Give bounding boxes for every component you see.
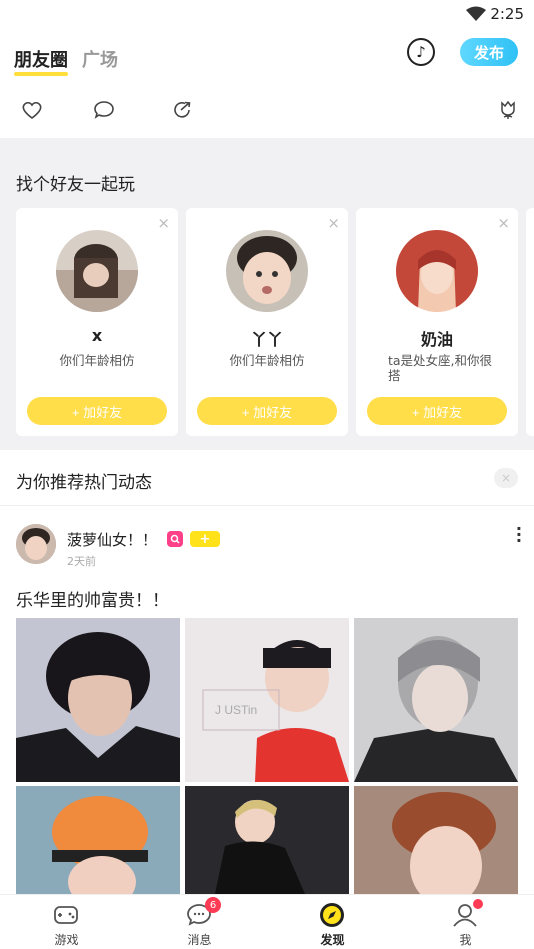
music-note-icon[interactable]: ♪ — [407, 38, 435, 66]
add-friend-button[interactable]: + 加好友 — [27, 397, 167, 425]
tab-moments[interactable]: 朋友圈 — [14, 46, 68, 76]
close-icon[interactable]: × — [327, 214, 340, 232]
friend-name: 丫丫 — [250, 330, 283, 349]
nav-label: 发现 — [320, 933, 345, 947]
nav-label: 我 — [459, 933, 472, 947]
heart-icon[interactable] — [20, 98, 44, 122]
flower-icon[interactable] — [496, 98, 520, 122]
find-friends-section: 找个好友一起玩 × x 你们年龄相仿 + 加好友 × 丫丫 你们年龄相仿 + 加… — [0, 138, 534, 450]
bottom-nav: 游戏 6 消息 发现 我 — [0, 894, 534, 949]
post-photo[interactable] — [354, 786, 518, 894]
share-icon[interactable] — [170, 98, 194, 122]
avatar[interactable] — [16, 524, 56, 564]
action-row — [0, 90, 534, 130]
nav-item-me[interactable]: 我 — [399, 895, 532, 949]
post-photo[interactable] — [354, 618, 518, 782]
compass-icon — [320, 903, 344, 927]
nav-label: 消息 — [187, 933, 212, 947]
top-header: 朋友圈 广场 ♪ 发布 — [0, 34, 534, 80]
search-badge-icon — [167, 531, 183, 547]
post-photo[interactable] — [16, 618, 180, 782]
avatar[interactable] — [56, 230, 138, 312]
friend-desc: ta是处女座,和你很搭 — [388, 353, 493, 383]
nav-label: 游戏 — [54, 933, 79, 947]
recommend-title: 为你推荐热门动态 — [16, 473, 152, 493]
post-photo[interactable] — [16, 786, 180, 894]
post-photo[interactable]: J USTin — [185, 618, 349, 782]
friend-name: x — [91, 326, 103, 345]
friend-name: 奶油 — [420, 330, 453, 349]
comment-icon[interactable] — [92, 98, 116, 122]
friend-cards: × x 你们年龄相仿 + 加好友 × 丫丫 你们年龄相仿 + 加好友 × 奶油 … — [16, 208, 534, 436]
post-time: 2天前 — [67, 555, 96, 568]
nav-item-discover[interactable]: 发现 — [266, 895, 399, 949]
status-time: 2:25 — [490, 5, 524, 23]
avatar[interactable] — [396, 230, 478, 312]
friend-desc: 你们年龄相仿 — [229, 353, 305, 368]
status-bar: 2:25 — [0, 0, 534, 30]
more-options-icon[interactable]: · · · — [516, 521, 522, 549]
friend-card-partial[interactable] — [526, 208, 534, 436]
friend-card[interactable]: × 奶油 ta是处女座,和你很搭 + 加好友 — [356, 208, 518, 436]
close-icon[interactable]: × — [157, 214, 170, 232]
find-friends-title: 找个好友一起玩 — [16, 175, 135, 195]
post-text: 乐华里的帅富贵！！ — [16, 591, 169, 611]
wifi-icon — [466, 6, 486, 21]
close-icon[interactable]: × — [494, 468, 518, 488]
gamepad-icon — [54, 906, 78, 924]
post-author[interactable]: 菠萝仙女！！ — [67, 529, 157, 550]
plus-badge: + — [190, 531, 220, 547]
publish-button[interactable]: 发布 — [460, 38, 518, 66]
add-friend-button[interactable]: + 加好友 — [367, 397, 507, 425]
add-friend-button[interactable]: + 加好友 — [197, 397, 337, 425]
nav-item-games[interactable]: 游戏 — [0, 895, 133, 949]
unread-badge: 6 — [205, 897, 221, 913]
nav-item-messages[interactable]: 6 消息 — [133, 895, 266, 949]
tab-square[interactable]: 广场 — [82, 46, 118, 72]
friend-card[interactable]: × 丫丫 你们年龄相仿 + 加好友 — [186, 208, 348, 436]
friend-desc: 你们年龄相仿 — [59, 353, 135, 368]
photo-caption: J USTin — [215, 703, 257, 717]
avatar[interactable] — [226, 230, 308, 312]
recommend-header: 为你推荐热门动态 × — [0, 452, 534, 506]
friend-card[interactable]: × x 你们年龄相仿 + 加好友 — [16, 208, 178, 436]
close-icon[interactable]: × — [497, 214, 510, 232]
notification-dot — [473, 899, 483, 909]
post-photo[interactable] — [185, 786, 349, 894]
